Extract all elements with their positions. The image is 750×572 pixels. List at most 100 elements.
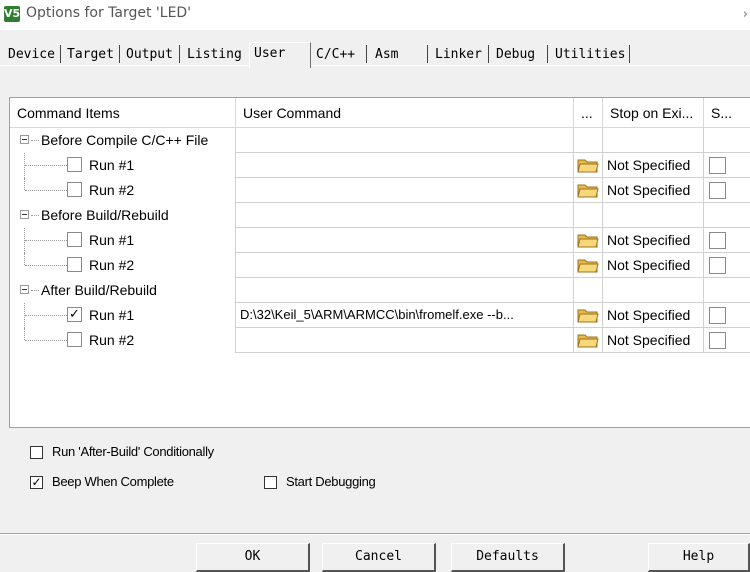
stop-on-exit-cell[interactable]: Not Specified <box>603 228 704 253</box>
minus-box-icon[interactable] <box>20 210 29 219</box>
run-checkbox[interactable] <box>67 257 82 272</box>
tab-listing[interactable]: Listing <box>183 44 242 66</box>
header-browse[interactable]: ... <box>574 98 603 128</box>
browse-cell[interactable] <box>574 153 603 178</box>
stop-on-exit-cell[interactable]: Not Specified <box>603 303 704 328</box>
run-label: Run #1 <box>89 307 135 323</box>
footer-separator-highlight <box>0 534 750 535</box>
folder-open-icon[interactable] <box>577 332 599 349</box>
folder-open-icon[interactable] <box>577 182 599 199</box>
user-command-cell[interactable] <box>236 228 574 253</box>
tab-strip: Device Target Output Listing User C/C++ … <box>0 42 750 68</box>
minus-box-icon[interactable] <box>20 285 29 294</box>
tree-group-label: Before Build/Rebuild <box>41 207 169 223</box>
stop-on-exit-value: Not Specified <box>607 232 691 248</box>
command-row: Not Specified Run #1 <box>10 153 750 178</box>
browse-cell[interactable] <box>574 253 603 278</box>
tab-separator <box>488 45 489 63</box>
tab-user[interactable]: User <box>249 42 311 68</box>
tab-utilities[interactable]: Utilities <box>551 44 625 66</box>
tree-connector <box>24 178 25 190</box>
run-checkbox[interactable] <box>67 182 82 197</box>
empty-cell <box>236 278 574 303</box>
folder-open-icon[interactable] <box>577 257 599 274</box>
header-stop-on-exit[interactable]: Stop on Exi... <box>603 98 704 128</box>
user-command-cell[interactable] <box>236 253 574 278</box>
browse-cell[interactable] <box>574 178 603 203</box>
browse-cell[interactable] <box>574 228 603 253</box>
tab-device[interactable]: Device <box>4 44 55 66</box>
folder-open-icon[interactable] <box>577 307 599 324</box>
tab-linker[interactable]: Linker <box>431 44 482 66</box>
stop-on-exit-cell[interactable]: Not Specified <box>603 178 704 203</box>
tab-cpp[interactable]: C/C++ <box>312 44 355 66</box>
start-debugging-checkbox[interactable] <box>264 476 277 489</box>
defaults-button[interactable]: Defaults <box>451 543 565 572</box>
cancel-button[interactable]: Cancel <box>322 543 436 572</box>
s-cell[interactable] <box>704 153 750 178</box>
s-cell[interactable] <box>704 228 750 253</box>
s-cell[interactable] <box>704 253 750 278</box>
s-checkbox[interactable] <box>709 232 726 249</box>
tree-connector <box>25 315 67 316</box>
s-checkbox[interactable] <box>709 182 726 199</box>
empty-cell <box>574 128 603 153</box>
folder-open-icon[interactable] <box>577 157 599 174</box>
folder-open-icon[interactable] <box>577 232 599 249</box>
user-command-cell[interactable] <box>236 153 574 178</box>
keil-uvision-icon: V5 <box>4 6 21 22</box>
empty-cell <box>574 203 603 228</box>
run-checkbox[interactable]: ✓ <box>67 307 82 322</box>
s-checkbox[interactable] <box>709 257 726 274</box>
tree-connector <box>25 340 67 341</box>
run-label: Run #1 <box>89 232 135 248</box>
run-label: Run #2 <box>89 182 135 198</box>
stop-on-exit-cell[interactable]: Not Specified <box>603 328 704 353</box>
tab-target[interactable]: Target <box>63 44 114 66</box>
empty-cell <box>704 203 750 228</box>
user-command-cell[interactable]: D:\32\Keil_5\ARM\ARMCC\bin\fromelf.exe -… <box>236 303 574 328</box>
tab-asm[interactable]: Asm <box>371 44 398 66</box>
user-command-cell[interactable] <box>236 328 574 353</box>
minus-box-icon[interactable] <box>20 135 29 144</box>
empty-cell <box>236 128 574 153</box>
run-checkbox[interactable] <box>67 332 82 347</box>
tree-group-row: After Build/Rebuild <box>10 278 750 303</box>
help-button[interactable]: Help <box>648 543 750 572</box>
header-command-items[interactable]: Command Items <box>10 98 236 128</box>
beep-when-complete-checkbox[interactable]: ✓ <box>30 476 43 489</box>
ok-button[interactable]: OK <box>196 543 310 572</box>
tree-group-label: After Build/Rebuild <box>41 282 157 298</box>
stop-on-exit-value: Not Specified <box>607 332 691 348</box>
s-cell[interactable] <box>704 328 750 353</box>
tree-connector <box>24 253 25 265</box>
header-s[interactable]: S... <box>704 98 750 128</box>
tree-connector <box>25 240 67 241</box>
empty-cell <box>574 278 603 303</box>
command-row: Not Specified Run #2 <box>10 328 750 353</box>
header-user-command[interactable]: User Command <box>236 98 574 128</box>
tree-group-label: Before Compile C/C++ File <box>41 132 209 148</box>
tab-debug[interactable]: Debug <box>492 44 535 66</box>
tab-separator <box>60 45 61 63</box>
window-title: Options for Target 'LED' <box>26 5 192 21</box>
stop-on-exit-value: Not Specified <box>607 182 691 198</box>
stop-on-exit-cell[interactable]: Not Specified <box>603 253 704 278</box>
chevron-right-icon[interactable]: › <box>743 7 748 22</box>
stop-on-exit-cell[interactable]: Not Specified <box>603 153 704 178</box>
run-checkbox[interactable] <box>67 157 82 172</box>
s-cell[interactable] <box>704 178 750 203</box>
s-checkbox[interactable] <box>709 157 726 174</box>
user-command-cell[interactable] <box>236 178 574 203</box>
s-checkbox[interactable] <box>709 332 726 349</box>
run-after-build-conditionally-checkbox[interactable] <box>30 446 43 459</box>
browse-cell[interactable] <box>574 303 603 328</box>
s-cell[interactable] <box>704 303 750 328</box>
empty-cell <box>704 278 750 303</box>
browse-cell[interactable] <box>574 328 603 353</box>
tree-connector <box>25 165 67 166</box>
tab-output[interactable]: Output <box>122 44 173 66</box>
s-checkbox[interactable] <box>709 307 726 324</box>
tree-group-row: Before Build/Rebuild <box>10 203 750 228</box>
run-checkbox[interactable] <box>67 232 82 247</box>
